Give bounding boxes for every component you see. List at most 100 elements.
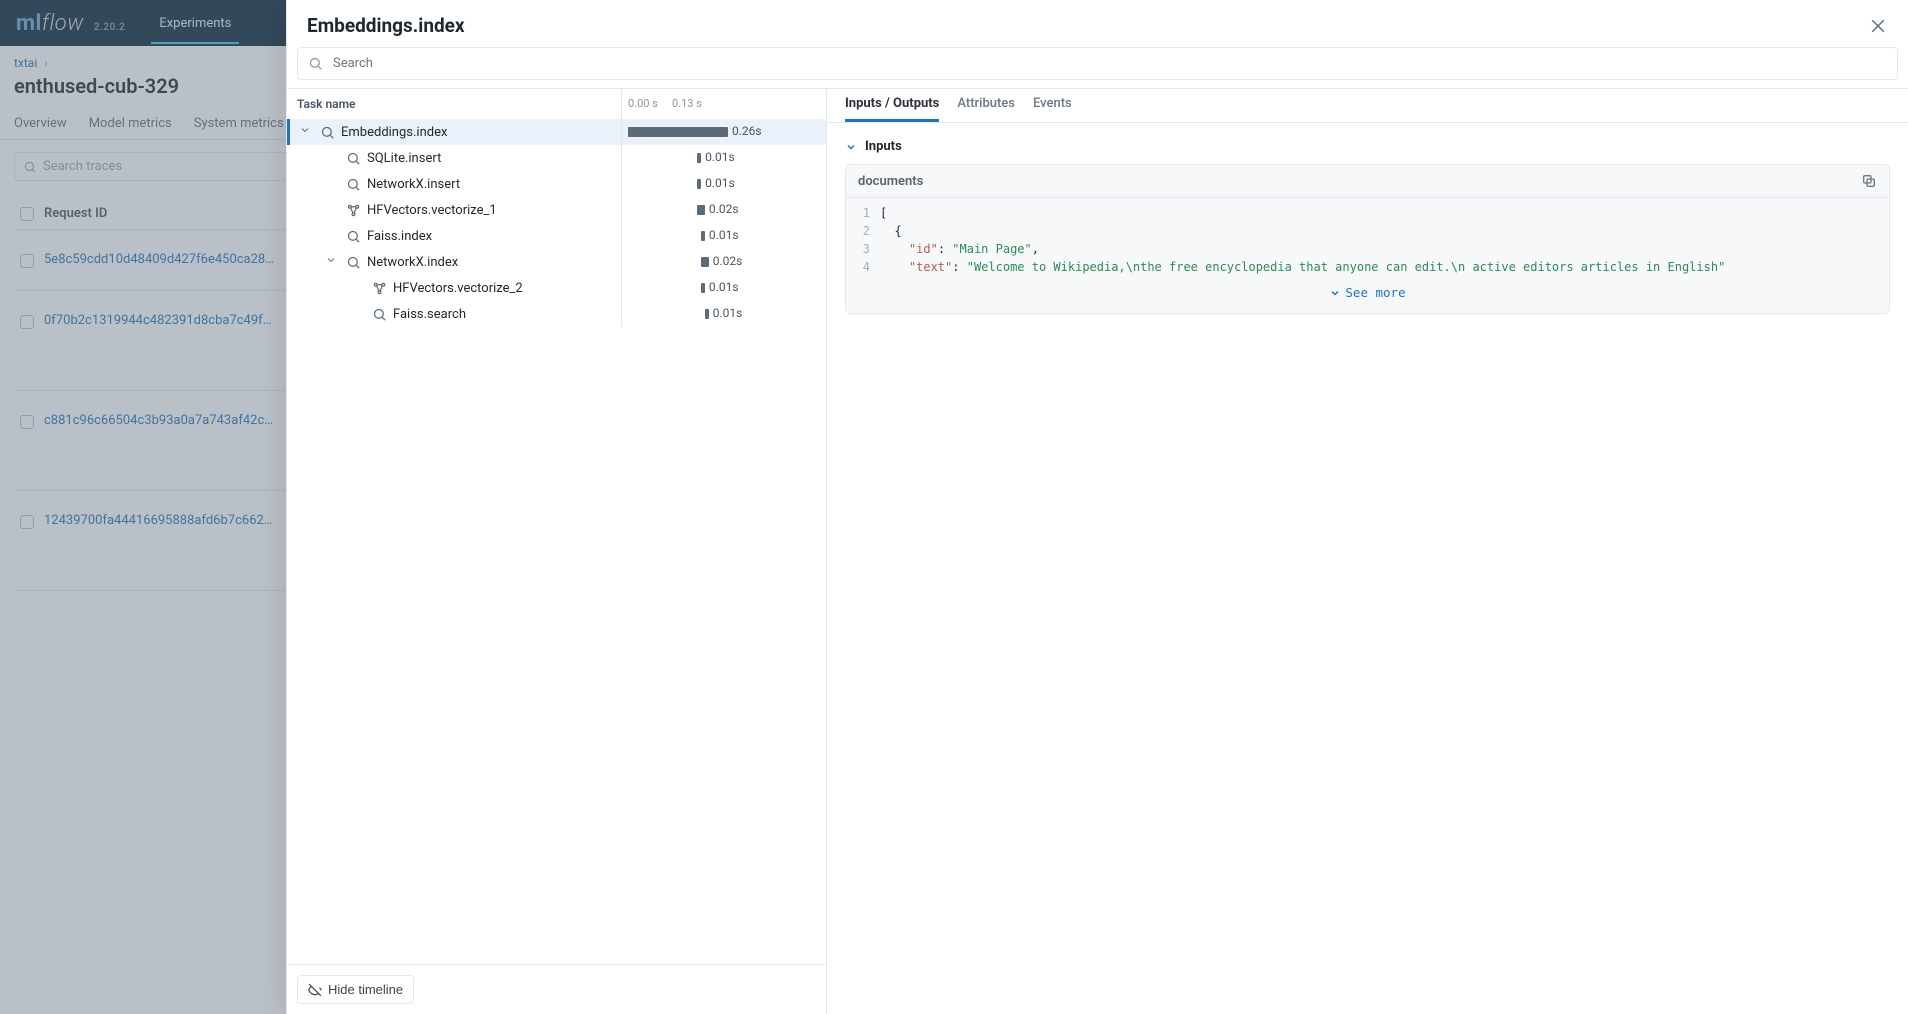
expand-chevron[interactable] (297, 124, 313, 140)
timeline-tick-mid: 0.13 s (672, 97, 702, 110)
chevron-down-icon (325, 254, 337, 266)
documents-code: 1[ 2 { 3 "id": "Main Page", 4 "text": "W… (846, 198, 1889, 313)
task-name-cell: Embeddings.index (287, 119, 622, 145)
duration-label: 0.01s (709, 280, 739, 294)
task-row[interactable]: HFVectors.vectorize_2 0.01s (287, 275, 826, 301)
task-tree-header: Task name 0.00 s 0.13 s (287, 89, 826, 119)
task-row[interactable]: SQLite.insert 0.01s (287, 145, 826, 171)
hide-timeline-label: Hide timeline (328, 982, 403, 997)
task-timeline-cell: 0.01s (622, 223, 826, 249)
timeline-tick-start: 0.00 s (628, 97, 658, 110)
timeline-bar (701, 231, 705, 241)
expand-chevron[interactable] (323, 254, 339, 270)
task-name-cell: SQLite.insert (287, 145, 622, 171)
task-row[interactable]: NetworkX.index 0.02s (287, 249, 826, 275)
search-icon (345, 228, 361, 244)
task-name-cell: Faiss.index (287, 223, 622, 249)
task-rows: Embeddings.index0.26sSQLite.insert0.01sN… (287, 119, 826, 327)
line-number: 4 (846, 258, 880, 276)
task-label: Embeddings.index (341, 125, 447, 140)
code-line: 2 { (846, 222, 1889, 240)
col-task-name: Task name (287, 89, 622, 119)
search-icon (371, 306, 387, 322)
task-timeline-cell: 0.01s (622, 171, 826, 197)
modal-header: Embeddings.index (287, 0, 1908, 47)
section-inputs-header[interactable]: Inputs (845, 139, 1890, 154)
task-label: HFVectors.vectorize_2 (393, 281, 523, 296)
copy-button[interactable] (1861, 173, 1877, 189)
task-name-cell: HFVectors.vectorize_1 (287, 197, 622, 223)
timeline-bar (701, 257, 709, 267)
detail-tabs: Inputs / Outputs Attributes Events (827, 89, 1908, 123)
task-row[interactable]: HFVectors.vectorize_1 0.02s (287, 197, 826, 223)
task-name-cell: NetworkX.insert (287, 171, 622, 197)
timeline-bar (701, 283, 705, 293)
tab-events[interactable]: Events (1033, 88, 1072, 122)
task-row[interactable]: Embeddings.index 0.26s (287, 119, 826, 145)
tab-attributes[interactable]: Attributes (957, 88, 1015, 122)
task-timeline-cell: 0.01s (622, 275, 826, 301)
search-icon (345, 150, 361, 166)
search-icon (345, 254, 361, 270)
task-tree-pane: Task name 0.00 s 0.13 s Embeddings.index… (287, 89, 827, 1014)
copy-icon (1861, 173, 1877, 189)
eye-off-icon (308, 983, 322, 997)
col-timeline: 0.00 s 0.13 s (622, 89, 826, 119)
line-number: 3 (846, 240, 880, 258)
task-row[interactable]: Faiss.index 0.01s (287, 223, 826, 249)
task-tree: Task name 0.00 s 0.13 s Embeddings.index… (287, 89, 826, 964)
search-icon (319, 124, 335, 140)
chevron-down-icon (845, 141, 857, 153)
task-label: SQLite.insert (367, 151, 441, 166)
line-number: 2 (846, 222, 880, 240)
modal-search[interactable] (297, 47, 1898, 80)
duration-label: 0.01s (705, 150, 735, 164)
detail-pane: Inputs / Outputs Attributes Events Input… (827, 89, 1908, 1014)
close-button[interactable] (1868, 16, 1888, 36)
search-icon (308, 56, 323, 71)
modal-title: Embeddings.index (307, 14, 465, 37)
task-timeline-cell: 0.02s (622, 197, 826, 223)
code-line: 4 "text": "Welcome to Wikipedia,\nthe fr… (846, 258, 1889, 276)
close-icon (1868, 16, 1888, 36)
timeline-bar (697, 179, 701, 189)
graph-icon (371, 280, 387, 296)
line-number: 1 (846, 204, 880, 222)
code-line: 1[ (846, 204, 1889, 222)
graph-icon (345, 202, 361, 218)
task-timeline-cell: 0.01s (622, 145, 826, 171)
timeline-bar (697, 205, 705, 215)
task-name-cell: NetworkX.index (287, 249, 622, 275)
task-label: Faiss.index (367, 229, 432, 244)
see-more-label: See more (1345, 284, 1405, 303)
chevron-down-icon (1329, 287, 1341, 299)
modal-search-input[interactable] (331, 55, 1887, 72)
task-label: Faiss.search (393, 307, 466, 322)
duration-label: 0.02s (709, 202, 739, 216)
duration-label: 0.26s (732, 124, 762, 138)
detail-body: Inputs documents 1[ 2 { 3 "id": "Main Pa… (827, 123, 1908, 1014)
tab-inputs-outputs[interactable]: Inputs / Outputs (845, 88, 939, 122)
timeline-bar (628, 127, 728, 137)
modal-body: Task name 0.00 s 0.13 s Embeddings.index… (287, 88, 1908, 1014)
documents-card-header: documents (846, 165, 1889, 198)
task-timeline-cell: 0.26s (622, 119, 826, 145)
hide-timeline-button[interactable]: Hide timeline (297, 975, 414, 1004)
task-timeline-cell: 0.02s (622, 249, 826, 275)
duration-label: 0.01s (709, 228, 739, 242)
task-label: NetworkX.index (367, 255, 458, 270)
see-more-button[interactable]: See more (846, 276, 1889, 313)
duration-label: 0.02s (713, 254, 743, 268)
task-row[interactable]: Faiss.search 0.01s (287, 301, 826, 327)
documents-card-title: documents (858, 174, 923, 189)
trace-detail-modal: Embeddings.index Task name 0.00 s 0.13 s… (286, 0, 1908, 1014)
task-row[interactable]: NetworkX.insert 0.01s (287, 171, 826, 197)
duration-label: 0.01s (705, 176, 735, 190)
chevron-down-icon (299, 124, 311, 136)
task-label: HFVectors.vectorize_1 (367, 203, 497, 218)
task-name-cell: HFVectors.vectorize_2 (287, 275, 622, 301)
timeline-bar (697, 153, 701, 163)
task-name-cell: Faiss.search (287, 301, 622, 327)
section-inputs-label: Inputs (865, 139, 902, 154)
duration-label: 0.01s (713, 306, 743, 320)
